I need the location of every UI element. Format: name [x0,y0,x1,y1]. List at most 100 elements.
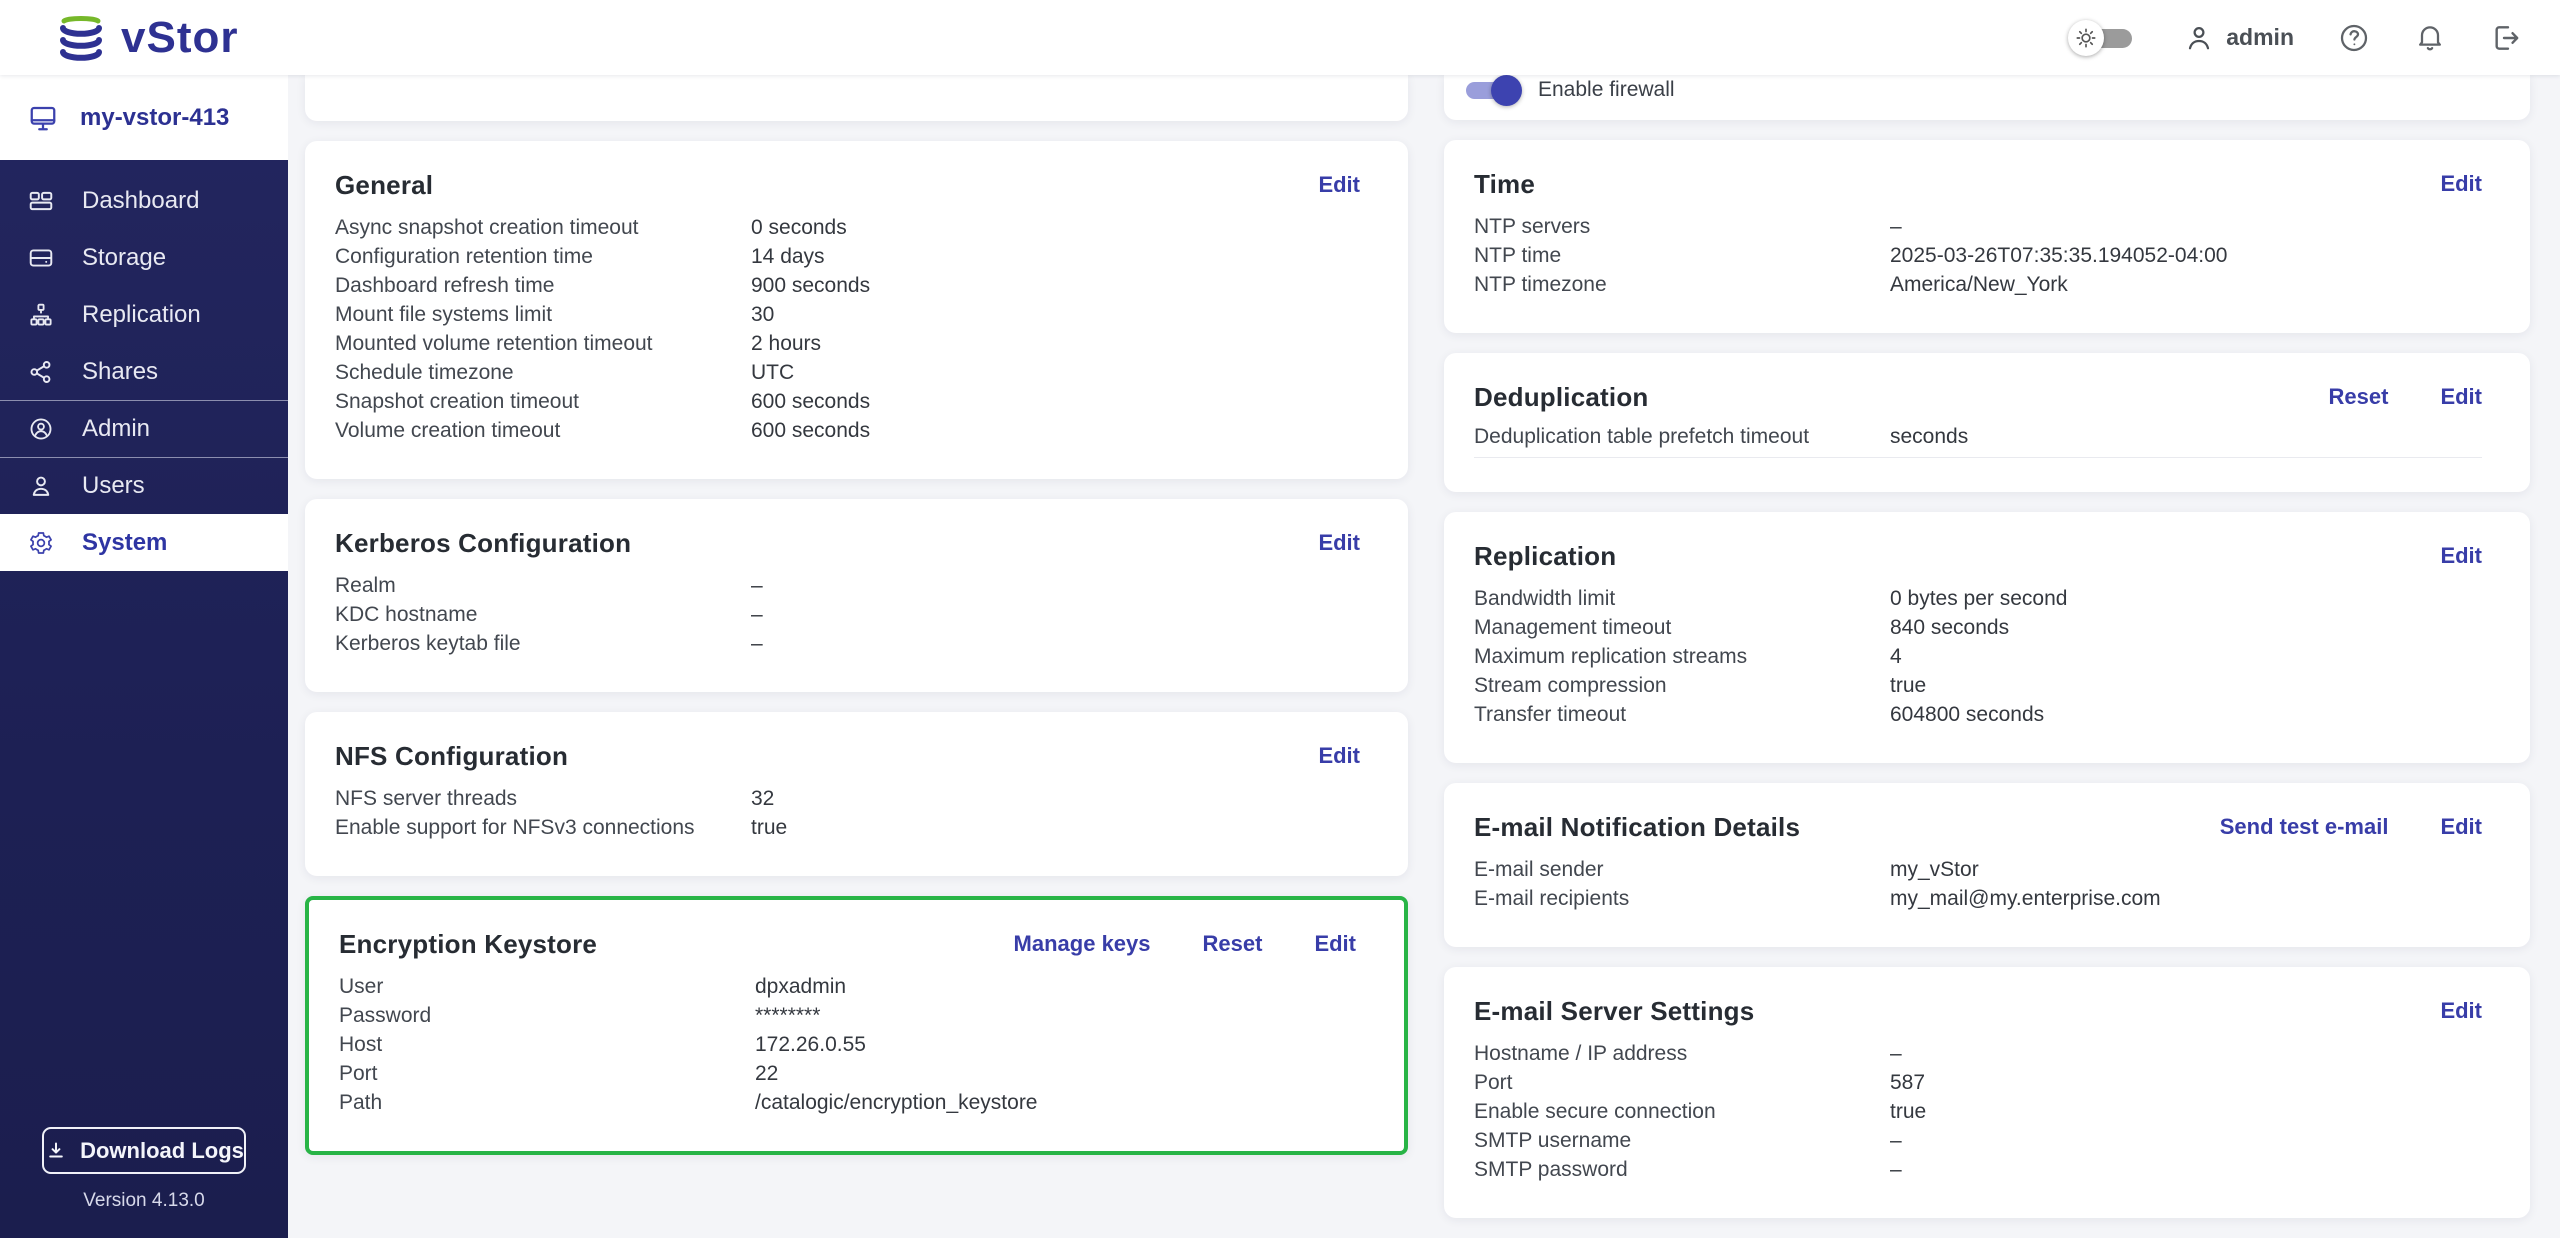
edit-link[interactable]: Edit [2440,998,2482,1024]
card-actions: Edit [1318,172,1360,198]
field-volume-creation-timeout: Volume creation timeout600 seconds [335,416,1360,445]
card-title-e-mail-server-settings: E-mail Server Settings [1474,996,1754,1027]
edit-link[interactable]: Edit [2440,814,2482,840]
edit-link[interactable]: Edit [1318,530,1360,556]
user-menu[interactable]: admin [2184,23,2294,53]
sidebar-item-storage[interactable]: Storage [0,229,288,286]
vstor-logo-icon [55,13,107,63]
field-label: Snapshot creation timeout [335,390,751,414]
sidebar-item-users[interactable]: Users [0,457,288,514]
card-title-general: General [335,170,433,201]
card-header: ReplicationEdit [1474,540,2482,572]
logout-button[interactable] [2490,22,2522,54]
card-actions: Edit [2440,998,2482,1024]
field-label: Hostname / IP address [1474,1042,1890,1066]
reset-link[interactable]: Reset [1203,931,1263,957]
edit-link[interactable]: Edit [1318,743,1360,769]
sidebar-item-dashboard[interactable]: Dashboard [0,172,288,229]
field-label: Password [339,1004,755,1028]
sidebar: my-vstor-413 Dashboard Storage Replication… [0,75,288,1238]
firewall-toggle[interactable] [1460,75,1524,111]
field-value: 22 [755,1062,778,1086]
download-icon [44,1139,68,1163]
field-enable-secure-connection: Enable secure connectiontrue [1474,1097,2482,1126]
version-text: Version 4.13.0 [83,1190,204,1212]
right-column: Enable firewallTimeEditNTP servers–NTP t… [1444,75,2530,1238]
sidebar-item-label: Users [82,472,145,500]
card-title-time: Time [1474,169,1535,200]
field-label: Realm [335,574,751,598]
sidebar-item-system[interactable]: System [0,514,288,571]
field-enable-support-for-nfsv3-connections: Enable support for NFSv3 connectionstrue [335,813,1360,842]
field-ntp-timezone: NTP timezoneAmerica/New_York [1474,270,2482,299]
field-deduplication-table-prefetch-timeout: Deduplication table prefetch timeoutseco… [1474,425,2482,458]
card-general: General Edit Async snapshot creation timeo… [305,141,1408,479]
edit-link[interactable]: Edit [2440,171,2482,197]
card-header: NFS Configuration Edit [335,740,1360,772]
field-mounted-volume-retention-timeout: Mounted volume retention timeout2 hours [335,329,1360,358]
card-actions: Manage keys Reset Edit [1014,931,1356,957]
sidebar-nav: Dashboard Storage Replication Shares Admin Us… [0,160,288,571]
card-kerberos-configuration: Kerberos ConfigurationEditRealm–KDC host… [305,499,1408,692]
user-icon [2184,23,2214,53]
card-title-nfs-configuration: NFS Configuration [335,741,568,772]
card-header: DeduplicationResetEdit [1474,381,2482,413]
sidebar-item-admin[interactable]: Admin [0,400,288,457]
field-label: User [339,975,755,999]
sidebar-host-item[interactable]: my-vstor-413 [0,75,288,160]
edit-link[interactable]: Edit [1314,931,1356,957]
field-value: 4 [1890,645,1902,669]
reset-link[interactable]: Reset [2329,384,2389,410]
field-label: Enable support for NFSv3 connections [335,816,751,840]
field-value: 30 [751,303,774,327]
field-label: Deduplication table prefetch timeout [1474,425,1890,449]
field-value: 587 [1890,1071,1925,1095]
edit-link[interactable]: Edit [2440,384,2482,410]
sidebar-item-shares[interactable]: Shares [0,343,288,400]
field-port: Port22 [339,1059,1356,1088]
edit-link[interactable]: Edit [1318,172,1360,198]
sidebar-item-label: Shares [82,358,158,386]
field-nfs-server-threads: NFS server threads32 [335,784,1360,813]
card-scrolled-card [305,75,1408,121]
field-label: SMTP username [1474,1129,1890,1153]
field-value: – [1890,1129,1902,1153]
field-value: – [1890,215,1902,239]
field-value: – [751,603,763,627]
send-test-e-mail-link[interactable]: Send test e-mail [2220,814,2389,840]
field-value: 600 seconds [751,390,870,414]
help-button[interactable] [2338,22,2370,54]
field-label: Configuration retention time [335,245,751,269]
manage-keys-link[interactable]: Manage keys [1014,931,1151,957]
download-logs-button[interactable]: Download Logs [42,1127,246,1174]
card-actions: Edit [1318,743,1360,769]
field-schedule-timezone: Schedule timezoneUTC [335,358,1360,387]
field-value: my_vStor [1890,858,1979,882]
field-value: seconds [1890,425,1968,449]
notifications-button[interactable] [2414,22,2446,54]
field-label: NTP time [1474,244,1890,268]
sidebar-item-replication[interactable]: Replication [0,286,288,343]
field-value: 32 [751,787,774,811]
logout-icon [2490,22,2522,54]
field-host: Host172.26.0.55 [339,1030,1356,1059]
sidebar-item-label: Storage [82,244,166,272]
field-maximum-replication-streams: Maximum replication streams4 [1474,642,2482,671]
card-deduplication: DeduplicationResetEditDeduplication tabl… [1444,353,2530,492]
brand-name: vStor [121,16,238,60]
field-kerberos-keytab-file: Kerberos keytab file– [335,629,1360,658]
field-value: 0 bytes per second [1890,587,2067,611]
field-value: my_mail@my.enterprise.com [1890,887,2161,911]
field-ntp-time: NTP time2025-03-26T07:35:35.194052-04:00 [1474,241,2482,270]
card-header: E-mail Notification DetailsSend test e-m… [1474,811,2482,843]
field-label: Host [339,1033,755,1057]
edit-link[interactable]: Edit [2440,543,2482,569]
field-e-mail-recipients: E-mail recipientsmy_mail@my.enterprise.c… [1474,884,2482,913]
theme-toggle[interactable] [2068,18,2140,58]
field-label: Enable secure connection [1474,1100,1890,1124]
sidebar-item-label: Replication [82,301,201,329]
card-actions: Edit [1318,530,1360,556]
field-label: Async snapshot creation timeout [335,216,751,240]
field-dashboard-refresh-time: Dashboard refresh time900 seconds [335,271,1360,300]
field-password: Password******** [339,1001,1356,1030]
